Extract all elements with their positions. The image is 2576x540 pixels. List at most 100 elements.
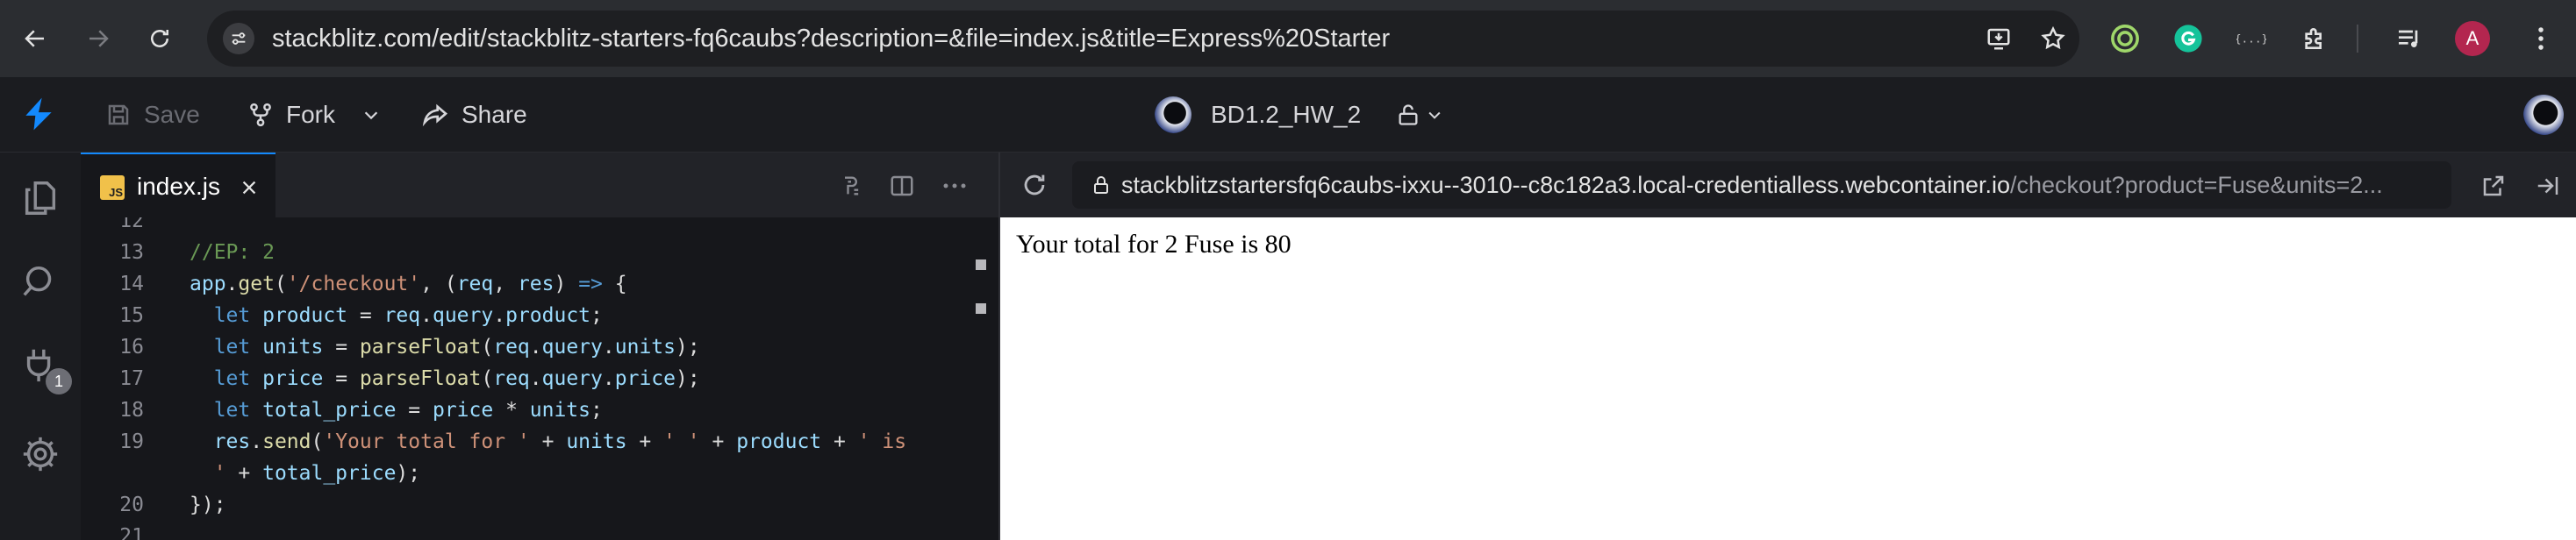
code-token: let <box>190 304 263 327</box>
code-token: product <box>262 304 348 327</box>
code-token: price <box>614 367 676 390</box>
code-token: = <box>347 304 384 327</box>
code-token: units <box>262 336 324 359</box>
code-token: get <box>238 273 275 295</box>
browser-menu-icon[interactable] <box>2523 21 2558 56</box>
back-button[interactable] <box>16 19 54 58</box>
extensions-puzzle-icon[interactable] <box>2295 19 2334 58</box>
tab-index-js[interactable]: JS index.js <box>81 153 275 217</box>
fork-button[interactable]: Fork <box>247 93 335 137</box>
save-button[interactable]: Save <box>105 93 200 137</box>
split-editor-icon[interactable] <box>884 168 919 203</box>
preview-reload-icon[interactable] <box>1016 167 1053 203</box>
code-token: units <box>529 399 591 422</box>
line-number: 12 <box>119 217 144 232</box>
profile-avatar[interactable]: A <box>2455 21 2490 56</box>
install-app-icon[interactable] <box>1983 23 2014 54</box>
site-info-icon[interactable] <box>223 23 254 54</box>
preview-output-text: Your total for 2 Fuse is 80 <box>1016 230 1292 259</box>
code-token: send <box>262 430 311 453</box>
code-line[interactable]: 17 let price = parseFloat(req.query.pric… <box>81 363 1000 394</box>
lock-icon <box>1088 172 1114 198</box>
code-token: parseFloat <box>359 336 482 359</box>
code-token: req <box>456 273 494 295</box>
address-bar-url[interactable]: stackblitz.com/edit/stackblitz-starters-… <box>272 11 1390 67</box>
code-token: //EP: 2 <box>190 241 275 264</box>
toolbar-separator <box>2357 25 2358 53</box>
line-content: }); <box>190 489 226 521</box>
project-title[interactable]: BD1.2_HW_2 <box>1155 93 1443 137</box>
code-token: ; <box>590 399 603 422</box>
browser-toolbar: stackblitz.com/edit/stackblitz-starters-… <box>0 0 2576 77</box>
code-token: . <box>529 336 542 359</box>
extension-target-icon[interactable] <box>2106 19 2144 58</box>
code-token: . <box>493 304 506 327</box>
code-line[interactable]: 15 let product = req.query.product; <box>81 300 1000 331</box>
json-viewer-icon[interactable]: {...} <box>2232 19 2271 58</box>
code-line[interactable]: 16 let units = parseFloat(req.query.unit… <box>81 331 1000 363</box>
forward-button[interactable] <box>79 19 118 58</box>
code-token: units <box>614 336 676 359</box>
line-number: 18 <box>119 399 144 422</box>
more-actions-icon[interactable] <box>937 168 972 203</box>
code-line[interactable]: 20}); <box>81 489 1000 521</box>
address-bar[interactable]: stackblitz.com/edit/stackblitz-starters-… <box>207 11 2079 67</box>
save-icon <box>108 104 129 125</box>
user-avatar[interactable] <box>2523 95 2564 135</box>
save-label: Save <box>144 101 200 128</box>
code-token: let <box>190 367 263 390</box>
line-content: res.send('Your total for ' + units + ' '… <box>190 426 906 458</box>
code-editor[interactable]: 12 13 //EP: 2 14 app.get('/checkout', (req, … <box>81 217 1000 540</box>
grammarly-icon[interactable] <box>2169 19 2207 58</box>
share-icon <box>422 103 448 127</box>
line-content: let units = parseFloat(req.query.units); <box>190 331 700 363</box>
preview-frame[interactable]: Your total for 2 Fuse is 80 <box>1000 217 2576 540</box>
preview-address-bar[interactable]: stackblitzstartersfq6caubs-ixxu--3010--c… <box>1072 161 2451 209</box>
scrollbar-marker <box>976 303 986 314</box>
code-token: * <box>493 399 530 422</box>
preview-url[interactable]: stackblitzstartersfq6caubs-ixxu--3010--c… <box>1121 161 2383 209</box>
explorer-files-icon[interactable] <box>18 175 63 221</box>
close-icon[interactable] <box>237 175 261 200</box>
code-line[interactable]: 13 //EP: 2 <box>81 237 1000 268</box>
line-content: let product = req.query.product; <box>190 300 603 331</box>
code-token: let <box>190 336 263 359</box>
code-token: = <box>323 336 360 359</box>
code-token: total_price <box>262 462 397 485</box>
settings-gear-icon[interactable] <box>18 431 63 477</box>
bookmark-star-icon[interactable] <box>2037 23 2069 54</box>
reload-icon <box>151 30 168 47</box>
line-number: 20 <box>119 494 144 516</box>
chevron-down-icon <box>364 111 378 120</box>
visibility-toggle[interactable] <box>1396 102 1443 128</box>
code-token: => <box>578 273 603 295</box>
line-content: ' + total_price); <box>190 458 420 489</box>
collapse-preview-icon[interactable] <box>2530 168 2565 203</box>
code-token: ); <box>396 462 421 485</box>
code-token: price <box>432 399 494 422</box>
code-line[interactable]: 19 res.send('Your total for ' + units + … <box>81 426 1000 458</box>
reload-button[interactable] <box>140 19 179 58</box>
code-token: res <box>517 273 555 295</box>
stackblitz-logo-icon[interactable] <box>19 95 58 133</box>
media-control-icon[interactable] <box>2390 19 2429 58</box>
fork-icon <box>250 103 271 127</box>
javascript-file-icon: JS <box>100 175 125 200</box>
code-line[interactable]: 18 let total_price = price * units; <box>81 394 1000 426</box>
code-line[interactable]: ' + total_price); <box>81 458 1000 489</box>
code-line[interactable]: 21 <box>81 521 1000 540</box>
format-code-icon[interactable] <box>834 168 869 203</box>
code-token: ' is <box>857 430 907 453</box>
preview-url-host: stackblitzstartersfq6caubs-ixxu--3010--c… <box>1121 172 2011 198</box>
search-icon[interactable] <box>18 259 63 305</box>
fork-options-button[interactable] <box>361 93 381 137</box>
code-token: ; <box>590 304 603 327</box>
open-in-new-tab-icon[interactable] <box>2476 168 2511 203</box>
code-token: total_price <box>262 399 397 422</box>
code-token: + <box>821 430 858 453</box>
code-line[interactable]: 14 app.get('/checkout', (req, res) => { <box>81 268 1000 300</box>
share-button[interactable]: Share <box>421 93 527 137</box>
code-token: , <box>493 273 518 295</box>
line-number: 13 <box>119 241 144 264</box>
code-line[interactable]: 12 <box>81 217 1000 237</box>
